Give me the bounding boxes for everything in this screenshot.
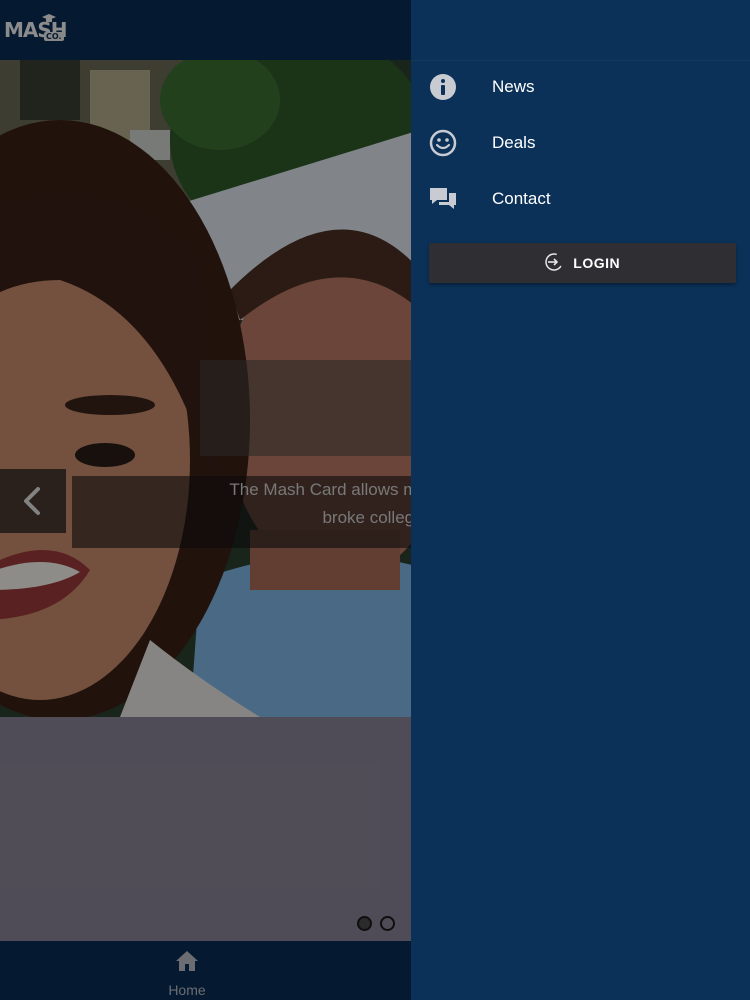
drawer-item-contact[interactable]: Contact — [411, 171, 750, 227]
drawer-item-deals-label: Deals — [492, 133, 536, 152]
navigation-drawer: News Deals Contact LOGIN — [411, 0, 750, 1000]
drawer-item-news-label: News — [492, 77, 535, 96]
login-button[interactable]: LOGIN — [429, 243, 736, 283]
app-screen: MASH CO. The Mash Card allows me to have… — [0, 0, 750, 1000]
chat-icon — [430, 188, 456, 209]
login-button-content: LOGIN — [429, 243, 736, 283]
drawer-item-contact-label: Contact — [492, 189, 551, 208]
smiley-icon — [429, 129, 457, 157]
drawer-item-news[interactable]: News — [411, 59, 750, 115]
drawer-header — [411, 0, 750, 61]
drawer-item-deals[interactable]: Deals — [411, 115, 750, 171]
login-button-label: LOGIN — [573, 255, 621, 271]
login-icon — [545, 253, 563, 271]
info-icon — [430, 74, 456, 100]
